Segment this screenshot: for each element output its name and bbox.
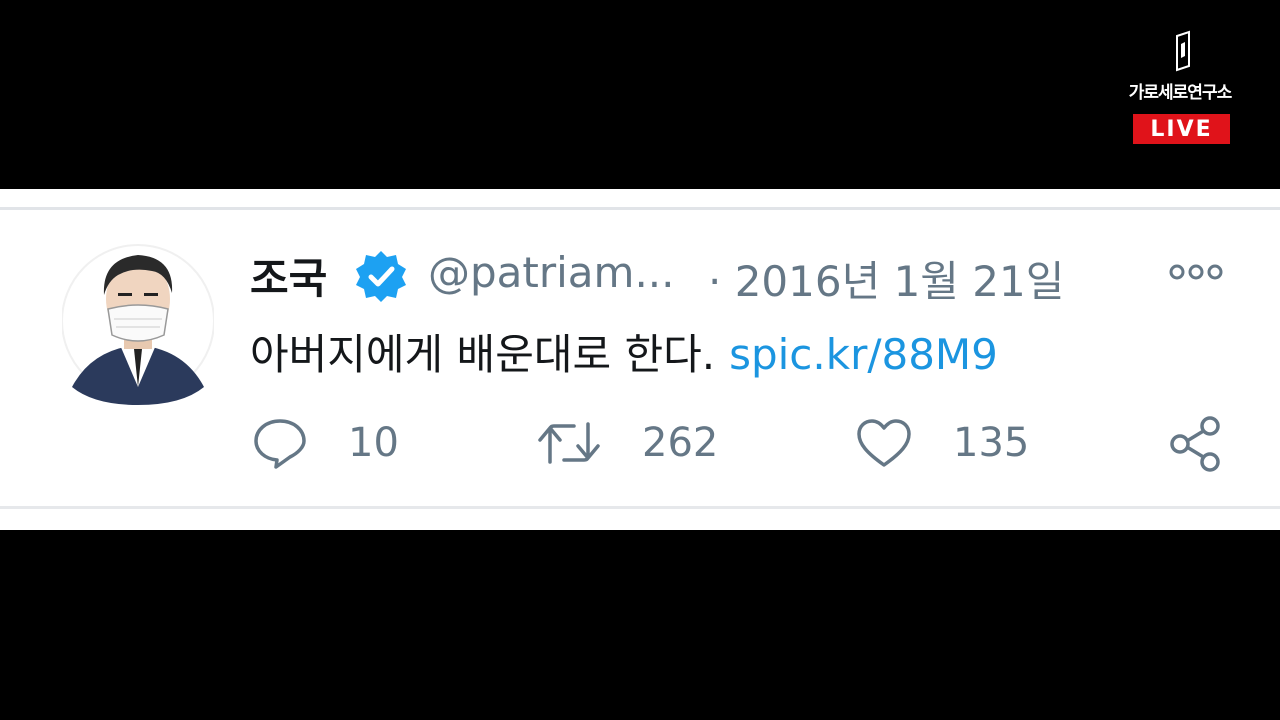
verified-badge-icon	[356, 251, 406, 302]
channel-name: 가로세로연구소	[1128, 83, 1232, 103]
channel-logo-icon	[1176, 30, 1190, 72]
tweet-body: 아버지에게 배운대로 한다.	[250, 330, 716, 379]
reply-button[interactable]: 10	[252, 413, 399, 473]
tweet-text: 아버지에게 배운대로 한다. spic.kr/88M9	[250, 321, 998, 382]
divider-top	[0, 207, 1280, 210]
like-button[interactable]: 135	[855, 413, 1029, 473]
retweet-icon	[538, 422, 600, 464]
tweet-card: 조국 @patriam... · 2016년 1월 21일 아버지에게 배운대로…	[0, 189, 1280, 530]
reply-count: 10	[348, 420, 399, 466]
like-count: 135	[953, 420, 1030, 466]
divider-bottom	[0, 506, 1280, 509]
reply-icon	[254, 419, 306, 469]
author-name[interactable]: 조국	[250, 245, 327, 306]
avatar[interactable]	[62, 237, 214, 405]
share-icon[interactable]	[1166, 415, 1226, 473]
more-options-icon[interactable]	[1168, 259, 1224, 285]
retweet-count: 262	[642, 420, 719, 466]
heart-icon	[857, 419, 911, 467]
tweet-link[interactable]: spic.kr/88M9	[729, 330, 998, 379]
author-handle[interactable]: @patriam...	[428, 248, 675, 297]
tweet-date[interactable]: · 2016년 1월 21일	[708, 248, 1064, 309]
live-badge: LIVE	[1133, 114, 1230, 144]
retweet-button[interactable]: 262	[536, 413, 718, 473]
